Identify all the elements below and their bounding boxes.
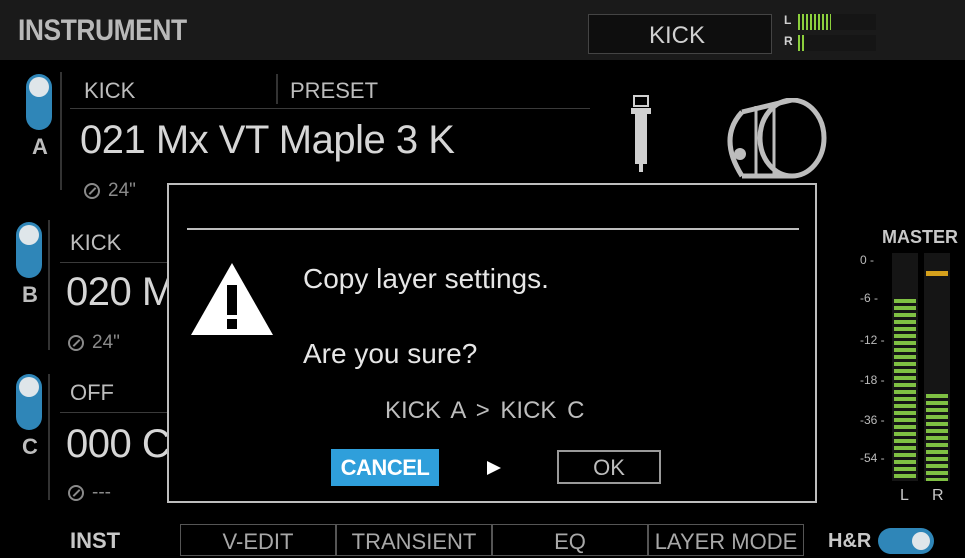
layer-a-letter: A	[32, 134, 48, 159]
hr-toggle[interactable]	[878, 528, 934, 554]
kick-drum-icon	[727, 98, 827, 179]
layer-b-size: 24"	[68, 332, 120, 354]
layer-divider	[70, 108, 590, 109]
size-icon	[84, 183, 100, 199]
meter-left-fill	[798, 14, 831, 30]
screen-title: INSTRUMENT	[18, 14, 187, 47]
layer-c-size: ---	[68, 482, 111, 504]
layer-a-category[interactable]: KICK	[84, 78, 135, 104]
tab-transient[interactable]: TRANSIENT	[336, 524, 492, 556]
layer-b-size-value: 24"	[92, 332, 120, 353]
cancel-button[interactable]: CANCEL	[331, 449, 439, 486]
scale-tick: -18 -	[860, 373, 885, 387]
tab-inst[interactable]: INST	[70, 524, 120, 558]
warning-icon	[191, 263, 273, 335]
header-bar: INSTRUMENT KICK L R	[0, 0, 965, 60]
master-left-label: L	[900, 487, 909, 504]
master-meter: MASTER 0 - -6 - -12 - -18 - -36 - -54 - …	[860, 225, 965, 510]
copy-description: KICK A > KICK C	[385, 397, 585, 424]
master-right-column	[924, 253, 950, 481]
scale-tick: -36 -	[860, 413, 885, 427]
layer-b-toggle[interactable]	[16, 222, 42, 278]
layer-divider	[60, 72, 62, 190]
tab-eq[interactable]: EQ	[492, 524, 648, 556]
ok-button[interactable]: OK	[557, 450, 661, 484]
layer-a-size: 24"	[84, 180, 136, 202]
layer-a-instrument-name[interactable]: 021 Mx VT Maple 3 K	[80, 118, 455, 163]
play-arrow-icon	[487, 461, 501, 475]
scale-tick: -12 -	[860, 333, 885, 347]
layer-c-letter: C	[22, 434, 38, 459]
bottom-tab-bar: INST V-EDIT TRANSIENT EQ LAYER MODE H&R	[0, 524, 965, 556]
dialog-question: Are you sure?	[303, 338, 478, 369]
layer-divider	[276, 74, 278, 104]
layer-b-category[interactable]: KICK	[70, 230, 121, 256]
layer-c-size-value: ---	[92, 482, 111, 503]
meter-right-fill	[798, 35, 806, 51]
meter-right-label: R	[784, 34, 793, 48]
master-label: MASTER	[882, 227, 958, 247]
layer-b-letter: B	[22, 282, 38, 307]
master-right-peak	[926, 270, 948, 276]
pad-name-display[interactable]: KICK	[588, 14, 772, 54]
pad-name: KICK	[649, 22, 706, 49]
master-right-fill	[926, 394, 948, 481]
meter-left-label: L	[784, 13, 792, 27]
scale-tick: -54 -	[860, 451, 885, 465]
master-left-fill	[894, 298, 916, 481]
tab-v-edit[interactable]: V-EDIT	[180, 524, 336, 556]
layer-a-preset-label: PRESET	[290, 78, 379, 103]
meter-left-bar	[798, 14, 876, 30]
size-icon	[68, 485, 84, 501]
layer-c-category[interactable]: OFF	[70, 380, 114, 406]
output-meter: L R	[784, 12, 876, 54]
master-right-label: R	[932, 487, 944, 504]
layer-divider	[48, 220, 50, 350]
layer-c-toggle[interactable]	[16, 374, 42, 430]
layer-b-instrument-name[interactable]: 020 M	[66, 270, 175, 315]
layer-c-instrument-name[interactable]: 000 C	[66, 422, 171, 467]
confirm-dialog: Copy layer settings. Are you sure? KICK …	[167, 183, 817, 503]
scale-tick: 0 -	[860, 253, 875, 267]
layer-divider	[48, 374, 50, 500]
scale-tick: -6 -	[860, 291, 878, 305]
layer-a-toggle[interactable]	[26, 74, 52, 130]
tab-layer-mode[interactable]: LAYER MODE	[648, 524, 804, 556]
dialog-divider	[187, 228, 799, 230]
mic-icon	[631, 95, 651, 172]
master-left-column	[892, 253, 918, 481]
meter-right-bar	[798, 35, 876, 51]
layer-a-size-value: 24"	[108, 180, 136, 201]
size-icon	[68, 335, 84, 351]
dialog-message: Copy layer settings.	[303, 263, 549, 294]
hr-label: H&R	[828, 530, 872, 552]
